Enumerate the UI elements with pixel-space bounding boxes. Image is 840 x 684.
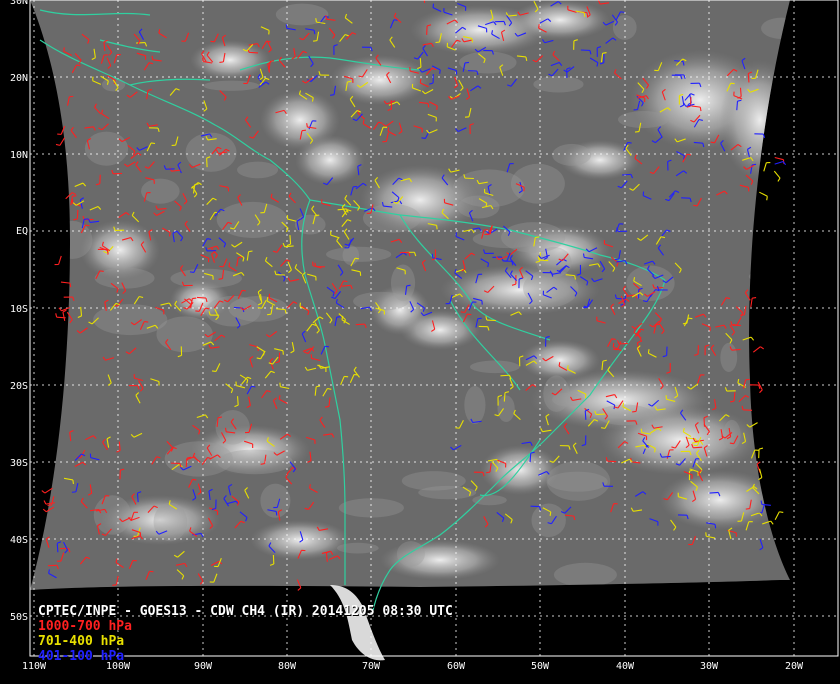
map-caption: CPTEC/INPE - GOES13 - CDW CH4 (IR) 20141…: [38, 604, 453, 664]
product-title: CPTEC/INPE - GOES13 - CDW CH4 (IR) 20141…: [38, 604, 453, 619]
lon-label-40w: 40W: [603, 661, 647, 673]
lat-label-30s: 30S: [2, 458, 28, 470]
satellite-wind-map: 30N 20N 10N EQ 10S 20S 30S 40S 50S 110W …: [0, 0, 840, 680]
lat-label-eq: EQ: [2, 226, 28, 238]
lat-label-20s: 20S: [2, 381, 28, 393]
legend-high-level: 401-100 hPa: [38, 649, 453, 664]
lat-label-10s: 10S: [2, 304, 28, 316]
lat-label-50s: 50S: [2, 612, 28, 624]
legend-mid-level: 701-400 hPa: [38, 634, 453, 649]
legend-low-level: 1000-700 hPa: [38, 619, 453, 634]
lat-label-40s: 40S: [2, 535, 28, 547]
lat-label-30n: 30N: [2, 0, 28, 8]
lat-label-20n: 20N: [2, 73, 28, 85]
lon-label-50w: 50W: [518, 661, 562, 673]
lat-label-10n: 10N: [2, 150, 28, 162]
lon-label-20w: 20W: [772, 661, 816, 673]
lon-label-30w: 30W: [687, 661, 731, 673]
satellite-image: [0, 0, 840, 680]
